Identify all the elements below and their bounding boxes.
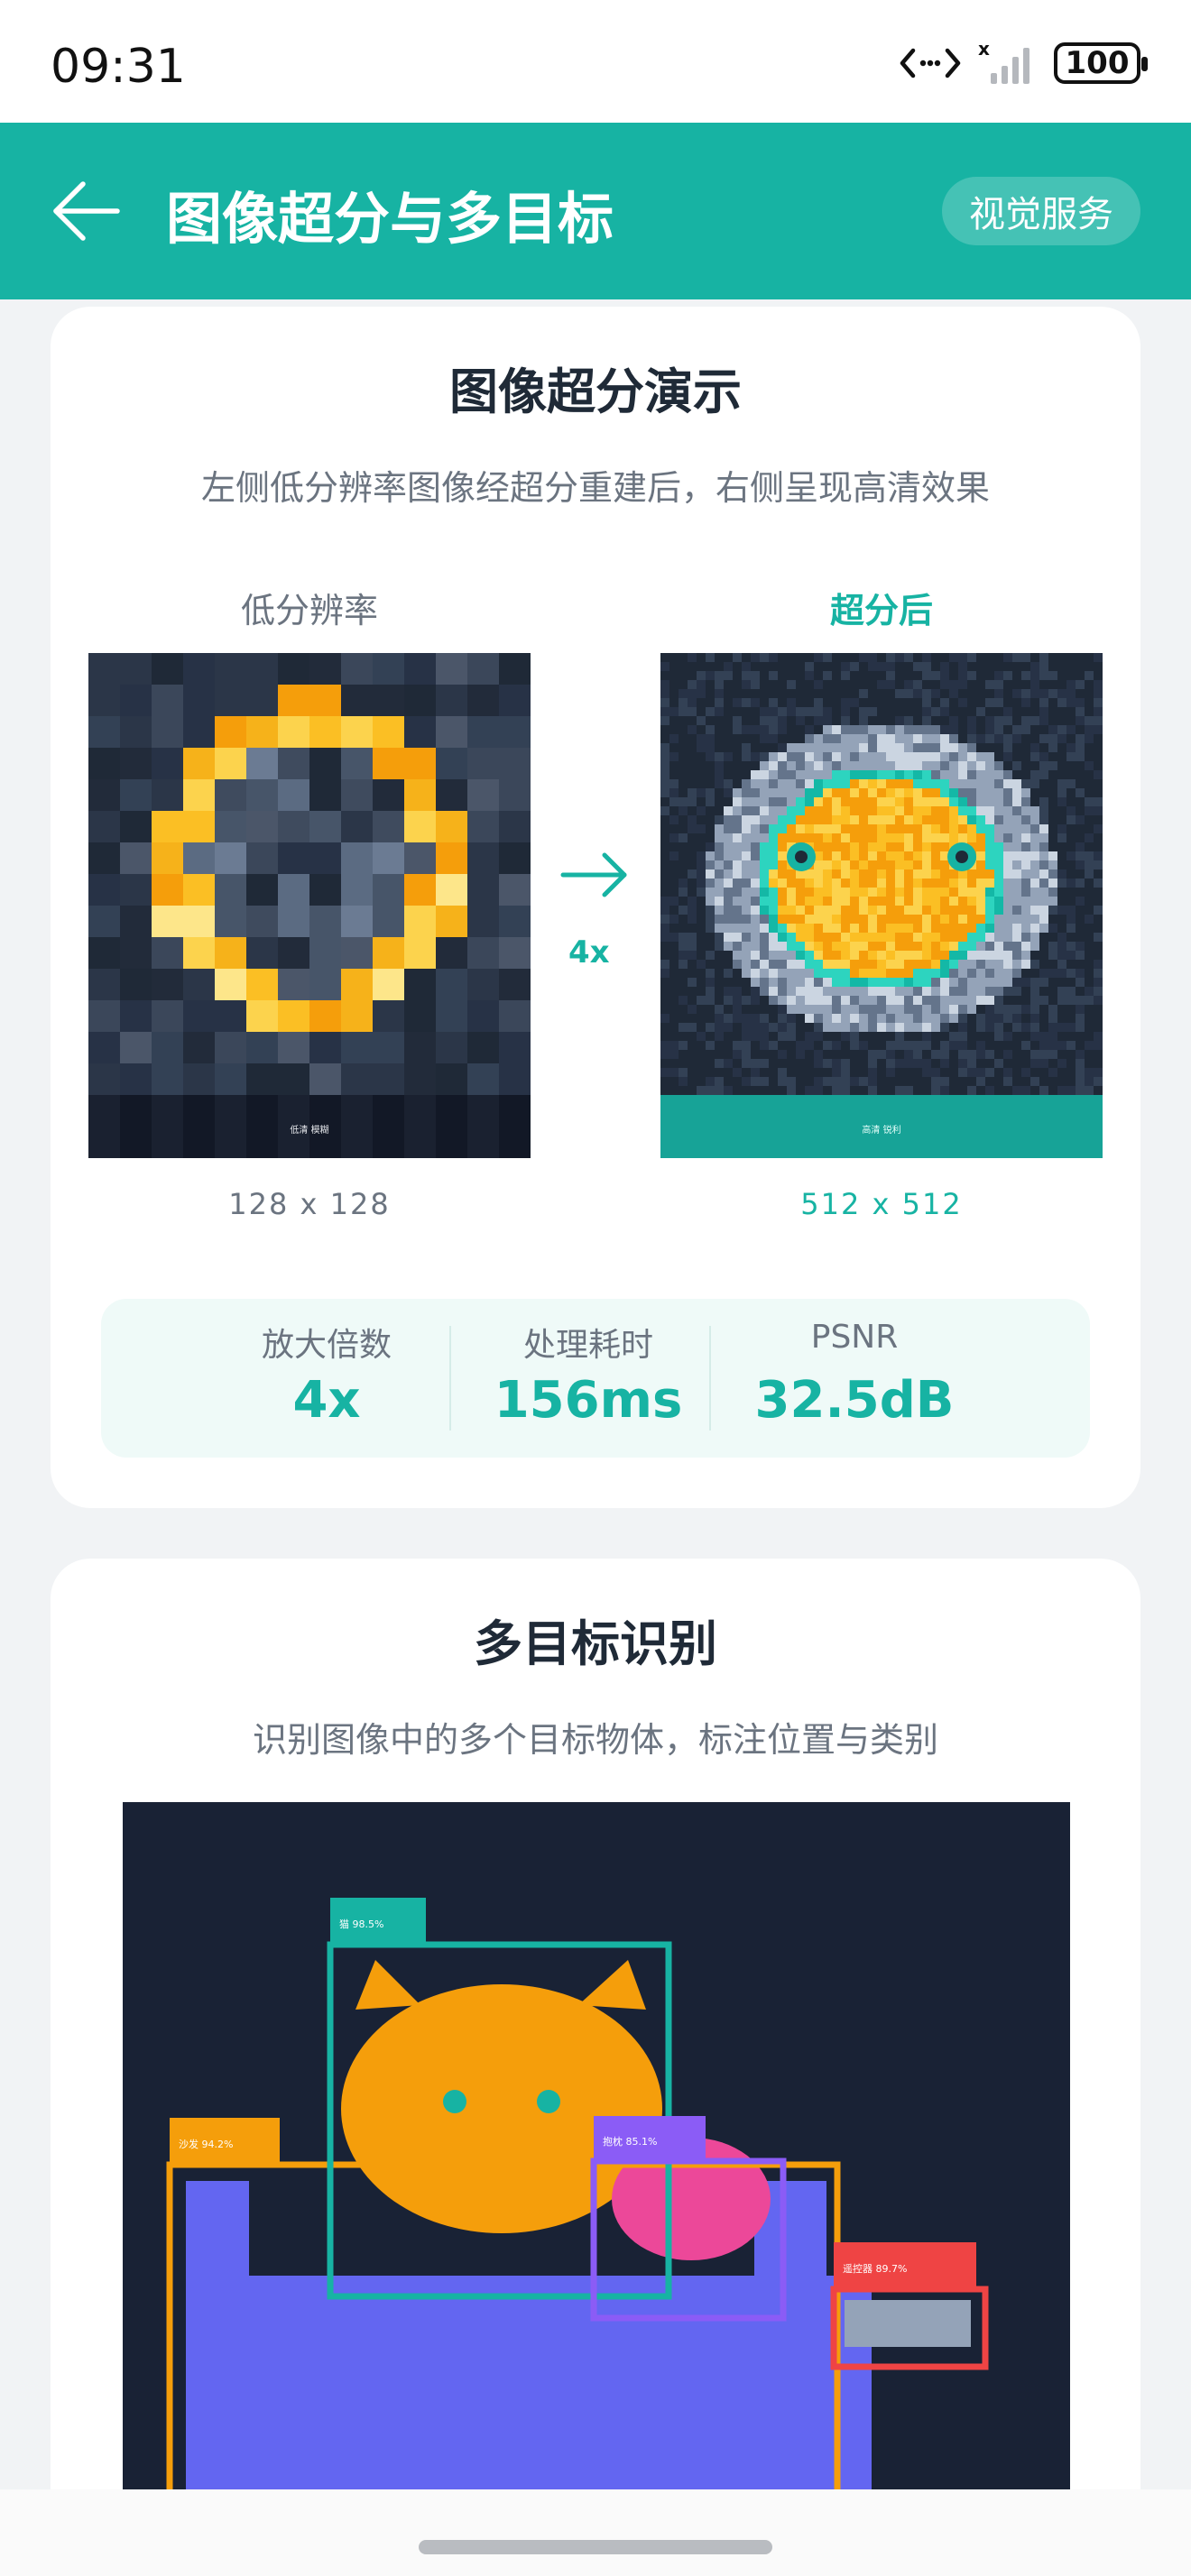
bbox-sofa-label: 沙发 94.2% <box>179 2138 233 2150</box>
bbox-pillow-label: 抱枕 85.1% <box>603 2135 657 2148</box>
detection-subtitle: 识别图像中的多个目标物体，标注位置与类别 <box>252 1720 938 1760</box>
super-resolution-card: 图像超分演示 左侧低分辨率图像经超分重建后，右侧呈现高清效果 低分辨率 超分后 … <box>51 307 1140 1508</box>
stat-value: 4x <box>292 1371 361 1430</box>
bbox-remote-label: 遥控器 89.7% <box>843 2262 907 2275</box>
arrow-right-icon <box>560 852 627 897</box>
stat-time: 处理耗时 156ms <box>480 1299 697 1458</box>
stat-label: PSNR <box>810 1319 899 1356</box>
battery-icon: 100 <box>1054 42 1148 84</box>
high-res-label: 超分后 <box>829 591 933 630</box>
remote-shape <box>845 2300 971 2347</box>
vision-service-chip[interactable]: 视觉服务 <box>942 177 1140 245</box>
status-bar: 09:31 x 100 <box>0 0 1191 123</box>
stat-label: 放大倍数 <box>261 1327 392 1364</box>
svg-text:x: x <box>978 41 990 60</box>
status-time: 09:31 <box>51 40 186 94</box>
data-transfer-icon <box>900 48 961 78</box>
stat-scale: 放大倍数 4x <box>236 1299 417 1458</box>
detection-image: 沙发 94.2% 猫 98.5% 抱枕 85.1% 遥控器 89.7% <box>123 1802 1070 2551</box>
app-bar: 图像超分与多目标 视觉服务 <box>0 123 1191 299</box>
low-res-image: 低清 模糊 <box>88 653 531 1158</box>
signal-icon: x <box>978 41 1029 84</box>
scale-factor-label: 4x <box>568 934 610 971</box>
stat-value: 32.5dB <box>754 1371 955 1430</box>
bottom-gesture-area <box>0 2489 1191 2576</box>
high-res-image: 高清 锐利 <box>660 653 1103 1158</box>
stat-divider <box>449 1326 451 1431</box>
stat-psnr: PSNR 32.5dB <box>742 1299 967 1458</box>
low-res-dimensions: 128 x 128 <box>228 1187 391 1221</box>
status-icons: x 100 <box>899 36 1148 90</box>
detection-card: 多目标识别 识别图像中的多个目标物体，标注位置与类别 沙发 94.2% 猫 98… <box>51 1559 1140 2551</box>
super-resolution-title: 图像超分演示 <box>449 363 742 420</box>
super-resolution-subtitle: 左侧低分辨率图像经超分重建后，右侧呈现高清效果 <box>200 468 990 508</box>
bbox-cat-label: 猫 98.5% <box>339 1918 383 1930</box>
stats-panel: 放大倍数 4x 处理耗时 156ms PSNR 32.5dB <box>101 1299 1090 1458</box>
stat-value: 156ms <box>494 1371 683 1430</box>
high-res-caption: 高清 锐利 <box>862 1124 900 1136</box>
stat-divider <box>709 1326 711 1431</box>
detection-title: 多目标识别 <box>474 1615 717 1672</box>
low-res-label: 低分辨率 <box>240 591 378 630</box>
page-title: 图像超分与多目标 <box>166 186 614 252</box>
low-res-caption: 低清 模糊 <box>290 1124 328 1136</box>
back-arrow-icon[interactable] <box>51 179 123 244</box>
high-res-dimensions: 512 x 512 <box>800 1187 963 1221</box>
home-indicator[interactable] <box>419 2540 772 2554</box>
stat-label: 处理耗时 <box>522 1327 653 1364</box>
battery-level: 100 <box>1065 45 1130 81</box>
